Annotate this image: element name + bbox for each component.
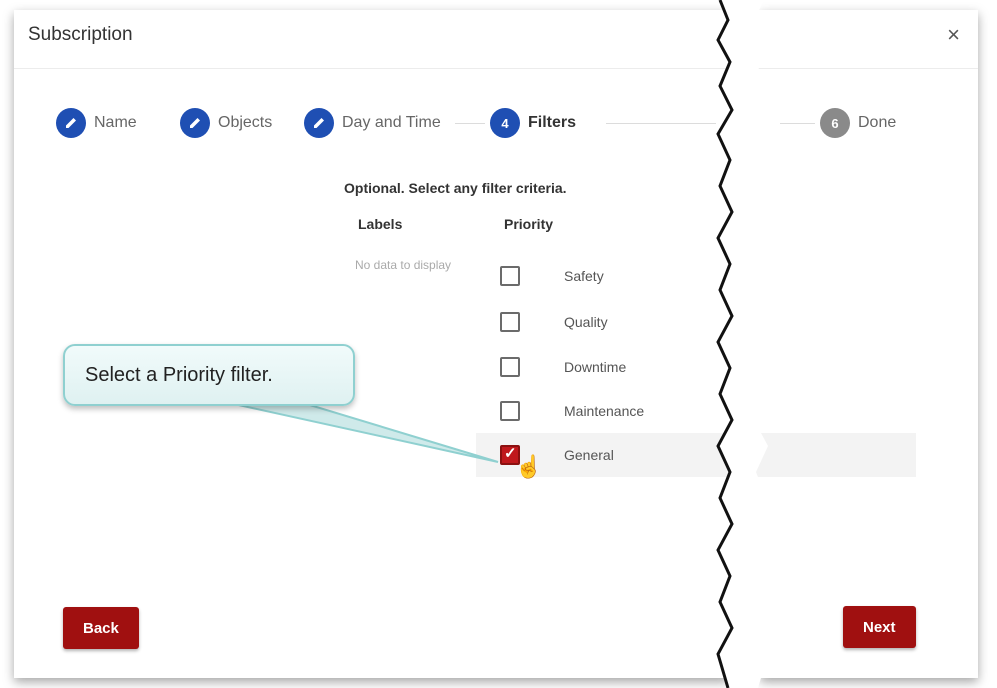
- title-divider: [14, 68, 978, 69]
- next-button[interactable]: Next: [843, 606, 916, 648]
- close-icon[interactable]: ×: [947, 22, 960, 48]
- step-connector: [455, 123, 485, 124]
- back-button[interactable]: Back: [63, 607, 139, 649]
- labels-empty-message: No data to display: [355, 258, 452, 272]
- step-number: 4: [490, 108, 520, 138]
- priority-label: Maintenance: [564, 403, 645, 419]
- torn-edge: [716, 0, 768, 688]
- quality-checkbox[interactable]: [500, 312, 520, 332]
- step-label: Done: [858, 114, 897, 131]
- pencil-icon: [304, 108, 334, 138]
- priority-row-maintenance[interactable]: Maintenance: [476, 389, 916, 433]
- priority-label: Quality: [564, 314, 608, 330]
- step-label: Objects: [218, 114, 273, 131]
- maintenance-checkbox[interactable]: [500, 401, 520, 421]
- priority-row-quality[interactable]: Quality: [476, 300, 916, 344]
- dialog-title: Subscription: [28, 24, 133, 45]
- callout: Select a Priority filter.: [63, 344, 355, 406]
- priority-row-downtime[interactable]: Downtime: [476, 345, 916, 389]
- filter-hint: Optional. Select any filter criteria.: [344, 180, 567, 196]
- labels-header: Labels: [358, 216, 403, 232]
- step-objects[interactable]: Objects: [180, 108, 272, 138]
- step-done[interactable]: 6 Done: [820, 108, 896, 138]
- step-day-and-time[interactable]: Day and Time: [304, 108, 441, 138]
- step-connector: [606, 123, 716, 124]
- hand-cursor-icon: ☝: [515, 454, 543, 479]
- pencil-icon: [56, 108, 86, 138]
- priority-label: Safety: [564, 268, 604, 284]
- pencil-icon: [180, 108, 210, 138]
- step-filters[interactable]: 4 Filters: [490, 108, 576, 138]
- priority-header: Priority: [504, 216, 554, 232]
- step-label: Day and Time: [342, 114, 441, 131]
- priority-row-safety[interactable]: Safety: [476, 254, 916, 298]
- priority-label: General: [564, 447, 614, 463]
- safety-checkbox[interactable]: [500, 266, 520, 286]
- step-label: Name: [94, 114, 137, 131]
- priority-label: Downtime: [564, 359, 627, 375]
- step-number: 6: [820, 108, 850, 138]
- downtime-checkbox[interactable]: [500, 357, 520, 377]
- step-label: Filters: [528, 114, 577, 131]
- step-name[interactable]: Name: [56, 108, 137, 138]
